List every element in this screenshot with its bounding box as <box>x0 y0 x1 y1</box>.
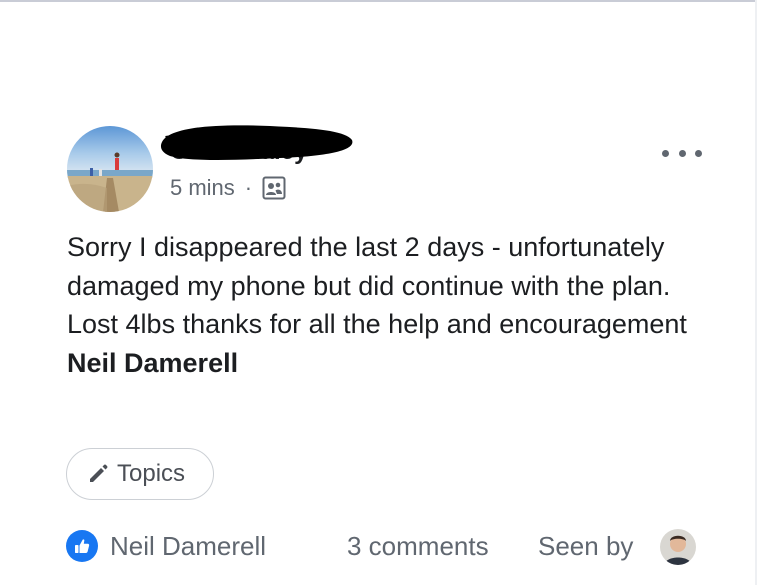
group-audience-icon[interactable] <box>262 176 286 200</box>
pencil-icon <box>87 463 109 485</box>
topics-button[interactable]: Topics <box>66 448 214 500</box>
post-body-text: Sorry I disappeared the last 2 days - un… <box>67 232 687 339</box>
liker-name[interactable]: Neil Damerell <box>110 531 266 562</box>
top-divider <box>0 0 757 2</box>
post-meta: 5 mins · <box>170 174 286 202</box>
redaction-scribble <box>160 120 356 166</box>
post-text: Sorry I disappeared the last 2 days - un… <box>67 228 707 382</box>
more-dot <box>678 149 686 157</box>
mention-link[interactable]: Neil Damerell <box>67 348 238 378</box>
more-dot <box>662 149 669 157</box>
more-options-icon[interactable] <box>662 142 702 164</box>
thumbs-up-icon[interactable] <box>66 530 98 562</box>
more-dot <box>695 149 702 157</box>
post-footer: Neil Damerell 3 comments Seen by <box>66 526 706 566</box>
topics-label: Topics <box>117 460 186 487</box>
author-avatar[interactable] <box>67 126 153 212</box>
post-timestamp[interactable]: 5 mins <box>170 175 235 201</box>
meta-separator: · <box>244 175 253 200</box>
comments-count-link[interactable]: 3 comments <box>347 531 489 562</box>
seen-by-label[interactable]: Seen by <box>538 531 633 562</box>
seen-by-avatar[interactable] <box>660 529 696 565</box>
